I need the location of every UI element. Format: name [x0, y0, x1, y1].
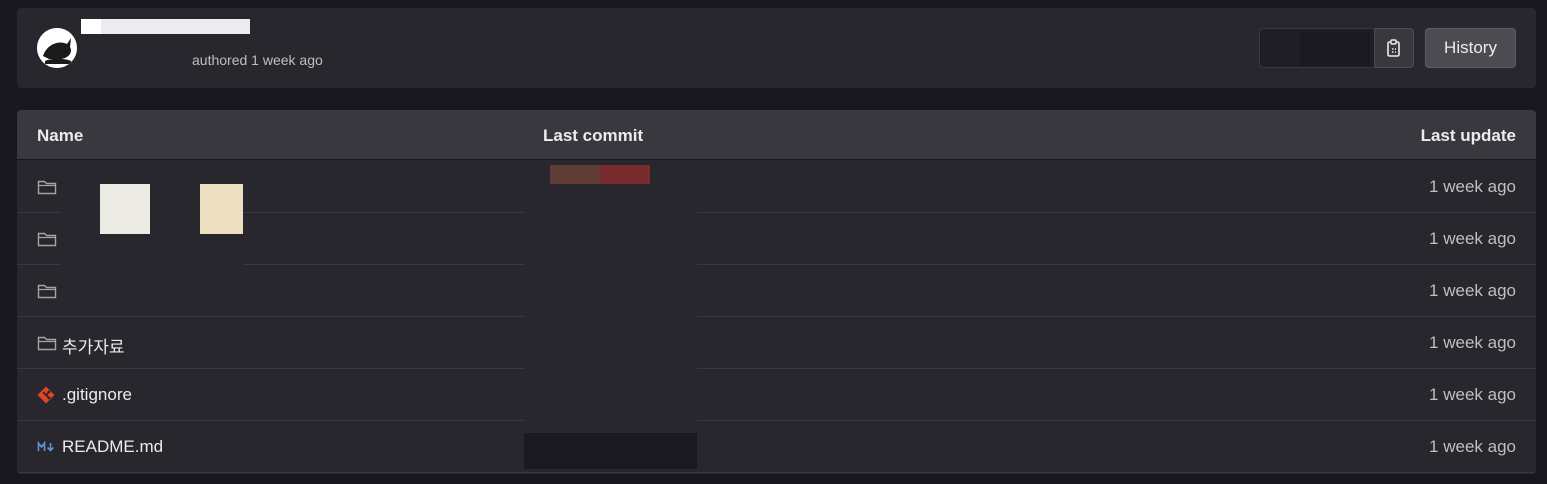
git-icon	[37, 386, 55, 404]
column-header-name: Name	[37, 126, 84, 145]
markdown-icon	[37, 440, 55, 452]
file-tree-table: Name Last commit Last update 1 week ago …	[17, 110, 1536, 474]
author-avatar[interactable]	[37, 28, 77, 68]
last-update: 1 week ago	[1429, 229, 1516, 248]
column-header-last-update: Last update	[1420, 126, 1516, 145]
file-name-link[interactable]: .gitignore	[62, 385, 132, 405]
folder-icon	[37, 180, 57, 195]
last-update: 1 week ago	[1429, 333, 1516, 352]
table-header: Name Last commit Last update	[17, 110, 1536, 160]
redacted-swatch	[550, 165, 600, 184]
table-row[interactable]: 1 week ago	[17, 213, 1536, 265]
table-row[interactable]: 1 week ago	[17, 161, 1536, 213]
copy-sha-button[interactable]	[1374, 28, 1414, 68]
commit-author-line: authored 1 week ago	[192, 52, 323, 68]
redacted-swatch	[100, 184, 150, 234]
last-update: 1 week ago	[1429, 177, 1516, 196]
clipboard-copy-icon	[1387, 39, 1400, 57]
table-row[interactable]: .gitignore 1 week ago	[17, 369, 1536, 421]
redacted-last-commit-column	[524, 161, 697, 433]
last-update: 1 week ago	[1429, 281, 1516, 300]
commit-sha[interactable]	[1259, 28, 1374, 68]
redacted-last-commit-column	[524, 433, 697, 469]
folder-icon	[37, 232, 57, 247]
redacted-swatch	[600, 165, 650, 184]
table-row[interactable]: 추가자료 1 week ago	[17, 317, 1536, 369]
table-row[interactable]: 1 week ago	[17, 265, 1536, 317]
table-row[interactable]: README.md 1 week ago	[17, 421, 1536, 473]
history-button[interactable]: History	[1425, 28, 1516, 68]
file-name-link[interactable]: 추가자료	[62, 333, 125, 358]
folder-icon	[37, 336, 57, 351]
redacted-swatch	[200, 184, 243, 234]
file-name-link[interactable]: README.md	[62, 437, 163, 457]
column-header-last-commit: Last commit	[543, 126, 644, 145]
last-update: 1 week ago	[1429, 437, 1516, 456]
last-update: 1 week ago	[1429, 385, 1516, 404]
commit-title-redacted[interactable]	[81, 19, 250, 34]
folder-icon	[37, 284, 57, 299]
latest-commit-card: authored 1 week ago History	[17, 8, 1536, 88]
